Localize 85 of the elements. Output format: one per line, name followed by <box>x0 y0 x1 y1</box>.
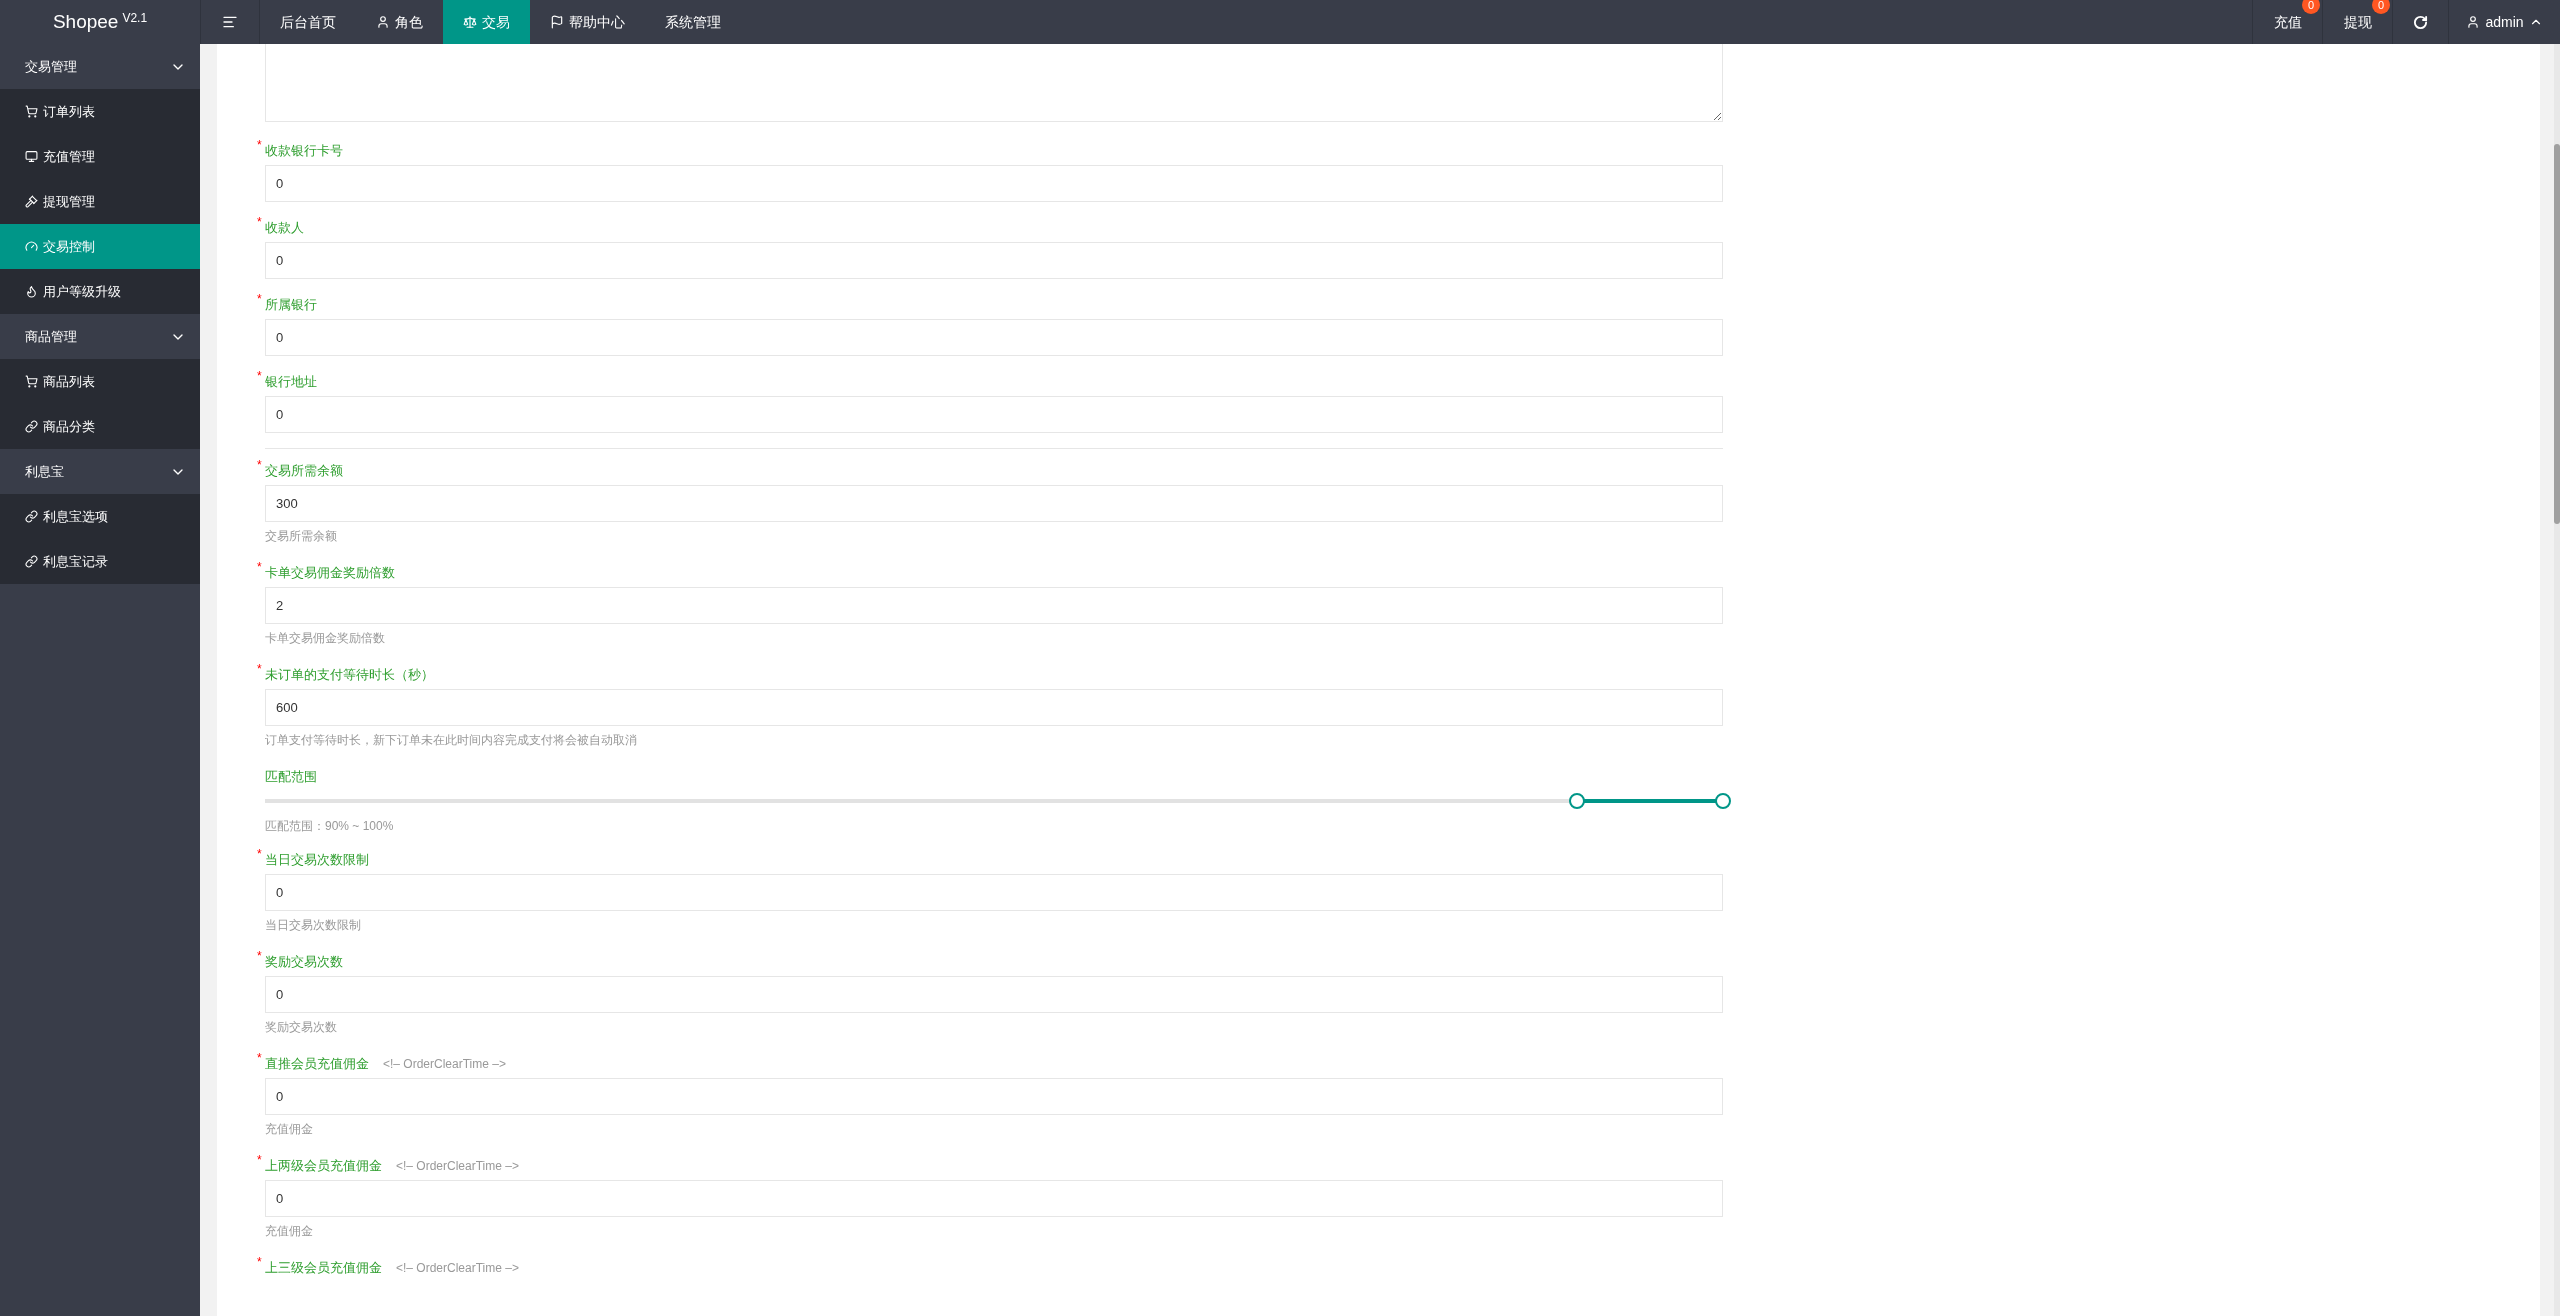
sidebar-group[interactable]: 商品管理 <box>0 314 200 359</box>
nav-tab[interactable]: 交易 <box>443 0 530 44</box>
help-text: 卡单交易佣金奖励倍数 <box>265 630 386 646</box>
text-input[interactable]: 0 <box>265 1078 1723 1115</box>
link-icon <box>25 510 38 523</box>
required-mark: * <box>257 1154 262 1166</box>
required-mark: * <box>257 1256 262 1268</box>
text-input[interactable]: 0 <box>265 242 1723 279</box>
required-mark: * <box>257 561 262 573</box>
text-input[interactable]: 2 <box>265 587 1723 624</box>
field-label: 收款人 <box>265 220 304 236</box>
nav-tab[interactable]: 后台首页 <box>260 0 356 44</box>
required-mark: * <box>257 139 262 151</box>
field-label: 银行地址 <box>265 374 317 390</box>
required-mark: * <box>257 370 262 382</box>
monitor-icon <box>25 150 38 163</box>
sidebar-item[interactable]: 交易控制 <box>0 224 200 269</box>
cart-icon <box>25 105 38 118</box>
help-text: 奖励交易次数 <box>265 1019 338 1035</box>
field-note: <!– OrderClearTime –> <box>383 1056 506 1072</box>
field-label: 所属银行 <box>265 297 317 313</box>
required-mark: * <box>257 1052 262 1064</box>
sidebar-item[interactable]: 利息宝选项 <box>0 494 200 539</box>
refresh-icon <box>2413 14 2428 30</box>
text-input[interactable]: 0 <box>265 165 1723 202</box>
sidebar-item[interactable]: 利息宝记录 <box>0 539 200 584</box>
sidebar-item[interactable]: 订单列表 <box>0 89 200 134</box>
required-mark: * <box>257 950 262 962</box>
cart-icon <box>25 375 38 388</box>
sidebar-item[interactable]: 商品分类 <box>0 404 200 449</box>
help-text: 订单支付等待时长，新下订单未在此时间内容完成支付将会被自动取消 <box>265 732 638 748</box>
field-label: 上两级会员充值佣金 <box>265 1158 382 1174</box>
link-icon <box>25 555 38 568</box>
required-mark: * <box>257 663 262 675</box>
scale-icon <box>463 15 477 29</box>
count-badge: 0 <box>2372 0 2390 14</box>
text-input[interactable]: 0 <box>265 976 1723 1013</box>
text-input[interactable]: 0 <box>265 874 1723 911</box>
field-note: <!– OrderClearTime –> <box>396 1158 519 1174</box>
field-label: 未订单的支付等待时长（秒） <box>265 667 434 683</box>
field-label: 匹配范围 <box>265 769 317 785</box>
link-icon <box>25 420 38 433</box>
text-input[interactable]: 0 <box>265 1180 1723 1217</box>
help-text: 交易所需余额 <box>265 528 338 544</box>
field-label: 卡单交易佣金奖励倍数 <box>265 565 395 581</box>
field-label: 直推会员充值佣金 <box>265 1056 369 1072</box>
help-text: 当日交易次数限制 <box>265 917 362 933</box>
sidebar-item[interactable]: 提现管理 <box>0 179 200 224</box>
sidebar-item[interactable]: 商品列表 <box>0 359 200 404</box>
textarea-field[interactable] <box>265 44 1723 122</box>
help-text: 匹配范围：90% ~ 100% <box>265 818 395 834</box>
text-input[interactable]: 300 <box>265 485 1723 522</box>
flame-icon <box>25 285 38 298</box>
slider-handle[interactable] <box>1715 793 1731 809</box>
count-badge: 0 <box>2302 0 2320 14</box>
field-note: <!– OrderClearTime –> <box>396 1260 519 1276</box>
menu-icon <box>222 14 238 30</box>
gauge-icon <box>25 240 38 253</box>
required-mark: * <box>257 459 262 471</box>
sidebar-item[interactable]: 充值管理 <box>0 134 200 179</box>
nav-tab[interactable]: 系统管理 <box>645 0 741 44</box>
sidebar-item[interactable]: 用户等级升级 <box>0 269 200 314</box>
sidebar-group[interactable]: 交易管理 <box>0 44 200 89</box>
field-label: 当日交易次数限制 <box>265 852 369 868</box>
required-mark: * <box>257 216 262 228</box>
field-label: 收款银行卡号 <box>265 143 343 159</box>
brand-logo: Shopee $^{V2.1}$ <box>52 9 148 34</box>
flag-icon <box>550 15 564 29</box>
text-input[interactable]: 600 <box>265 689 1723 726</box>
nav-tab[interactable]: 帮助中心 <box>530 0 645 44</box>
sidebar-group[interactable]: 利息宝 <box>0 449 200 494</box>
field-label: 交易所需余额 <box>265 463 343 479</box>
user-icon <box>2466 15 2481 29</box>
nav-tab[interactable]: 角色 <box>356 0 443 44</box>
help-text: 充值佣金 <box>265 1121 314 1137</box>
user-icon <box>376 15 390 29</box>
required-mark: * <box>257 293 262 305</box>
required-mark: * <box>257 848 262 860</box>
field-label: 上三级会员充值佣金 <box>265 1260 382 1276</box>
slider-handle[interactable] <box>1569 793 1586 809</box>
gavel-icon <box>25 195 38 208</box>
text-input[interactable]: 0 <box>265 396 1723 433</box>
text-input[interactable]: 0 <box>265 319 1723 356</box>
help-text: 充值佣金 <box>265 1223 314 1239</box>
field-label: 奖励交易次数 <box>265 954 343 970</box>
